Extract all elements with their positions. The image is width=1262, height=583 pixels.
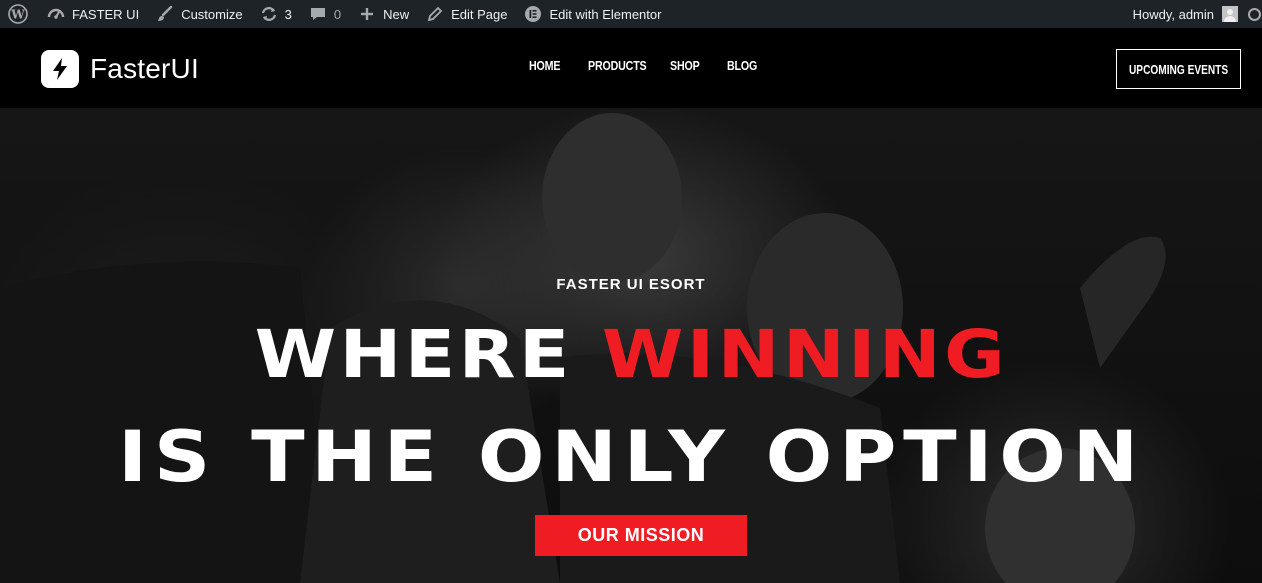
hero-headline-line1: WHERE WINNING	[0, 316, 1262, 393]
wordpress-icon: W	[8, 4, 28, 24]
brush-icon	[155, 4, 175, 24]
comment-icon	[308, 4, 328, 24]
site-name-label: FASTER UI	[72, 6, 140, 22]
hero-section: FASTER UI ESORT WHERE WINNING IS THE ONL…	[0, 108, 1262, 583]
new-label: New	[383, 6, 410, 22]
customize-label: Customize	[181, 6, 243, 22]
comments-count: 0	[333, 6, 342, 22]
site-logo[interactable]: FasterUI	[41, 50, 199, 88]
comments-link[interactable]: 0	[300, 0, 349, 28]
new-content-menu[interactable]: New	[349, 0, 417, 28]
updates-count: 3	[284, 6, 292, 22]
avatar	[1222, 6, 1238, 22]
site-header: FasterUI HOME PRODUCTS SHOP BLOG UPCOMIN…	[0, 28, 1262, 108]
edit-elementor-label: Edit with Elementor	[549, 6, 662, 22]
edit-page-label: Edit Page	[451, 6, 508, 22]
nav-item-blog[interactable]: BLOG	[727, 58, 757, 73]
hero-kicker: FASTER UI ESORT	[556, 276, 706, 293]
elementor-icon	[523, 4, 543, 24]
search-icon[interactable]	[1246, 0, 1261, 28]
headline-white-word: WHERE	[254, 316, 573, 393]
nav-item-products[interactable]: PRODUCTS	[588, 58, 647, 73]
our-mission-button[interactable]: OUR MISSION	[535, 515, 747, 556]
svg-text:W: W	[10, 8, 25, 22]
edit-page-link[interactable]: Edit Page	[417, 0, 515, 28]
nav-item-shop[interactable]: SHOP	[670, 58, 700, 73]
wp-logo-menu[interactable]: W	[0, 0, 38, 28]
admin-bar: W FASTER UI Customize 3 0 New Edit Page …	[0, 0, 1262, 28]
updates-link[interactable]: 3	[251, 0, 300, 28]
headline-accent-word: WINNING	[601, 316, 1008, 393]
hero-headline-line2: IS THE ONLY OPTION	[0, 416, 1262, 498]
dashboard-icon	[46, 4, 66, 24]
my-account-menu[interactable]: Howdy, admin	[1133, 0, 1262, 28]
edit-elementor-link[interactable]: Edit with Elementor	[515, 0, 669, 28]
upcoming-events-label: UPCOMING EVENTS	[1128, 61, 1229, 77]
pencil-icon	[425, 4, 445, 24]
hero-headline-line1-text: WHERE WINNING	[254, 316, 1008, 393]
nav-item-home[interactable]: HOME	[529, 58, 560, 73]
site-name-menu[interactable]: FASTER UI	[38, 0, 147, 28]
upcoming-events-button[interactable]: UPCOMING EVENTS	[1116, 49, 1241, 89]
plus-icon	[357, 4, 377, 24]
howdy-label: Howdy, admin	[1132, 6, 1214, 22]
logo-text: FasterUI	[90, 53, 199, 84]
hero-headline-line2-text: IS THE ONLY OPTION	[117, 416, 1145, 498]
lightning-icon	[41, 50, 79, 88]
customize-link[interactable]: Customize	[147, 0, 250, 28]
updates-icon	[259, 4, 279, 24]
